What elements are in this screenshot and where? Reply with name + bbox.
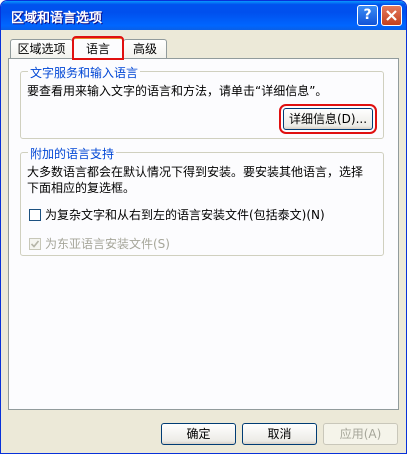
- text-services-description: 要查看用来输入文字的语言和方法，请单击“详细信息”。: [27, 84, 328, 98]
- east-asian-checkbox: [29, 238, 41, 250]
- supplemental-legend: 附加的语言支持: [28, 145, 117, 162]
- text-services-group: 文字服务和输入语言 要查看用来输入文字的语言和方法，请单击“详细信息”。 详细信…: [20, 64, 384, 139]
- tab-advanced[interactable]: 高级: [123, 39, 167, 58]
- supplemental-description-line2: 下面相应的复选框。: [27, 181, 136, 195]
- details-button[interactable]: 详细信息(D)...: [279, 104, 377, 134]
- text-services-legend: 文字服务和输入语言: [28, 64, 141, 81]
- close-button[interactable]: [381, 5, 402, 26]
- complex-script-label: 为复杂文字和从右到左的语言安装文件(包括泰文)(N): [45, 208, 325, 222]
- complex-script-checkbox[interactable]: [29, 209, 41, 221]
- east-asian-option: 为东亚语言安装文件(S): [29, 235, 170, 252]
- window-title: 区域和语言选项: [11, 11, 103, 26]
- checkmark-icon: [30, 240, 40, 248]
- tab-languages[interactable]: 语言: [72, 36, 124, 60]
- tab-panel: 文字服务和输入语言 要查看用来输入文字的语言和方法，请单击“详细信息”。 详细信…: [8, 58, 399, 410]
- title-bar[interactable]: 区域和语言选项 ?: [1, 1, 406, 30]
- east-asian-label: 为东亚语言安装文件(S): [45, 237, 170, 251]
- supplemental-language-group: 附加的语言支持 大多数语言都会在默认情况下得到安装。要安装其他语言，选择 下面相…: [20, 145, 384, 256]
- help-button[interactable]: ?: [357, 5, 378, 26]
- ok-button[interactable]: 确定: [161, 423, 236, 445]
- close-icon: [386, 10, 397, 21]
- question-mark-icon: ?: [363, 7, 372, 23]
- tab-regional-options[interactable]: 区域选项: [10, 39, 73, 58]
- supplemental-description-line1: 大多数语言都会在默认情况下得到安装。要安装其他语言，选择: [27, 165, 364, 179]
- cancel-button[interactable]: 取消: [242, 423, 317, 445]
- apply-button: 应用(A): [323, 423, 398, 445]
- complex-script-option[interactable]: 为复杂文字和从右到左的语言安装文件(包括泰文)(N): [29, 206, 325, 223]
- dialog-window: 区域和语言选项 ? 区域选项 语言 高级 文字服务和输入语言 要查看用来输入文字…: [0, 0, 407, 454]
